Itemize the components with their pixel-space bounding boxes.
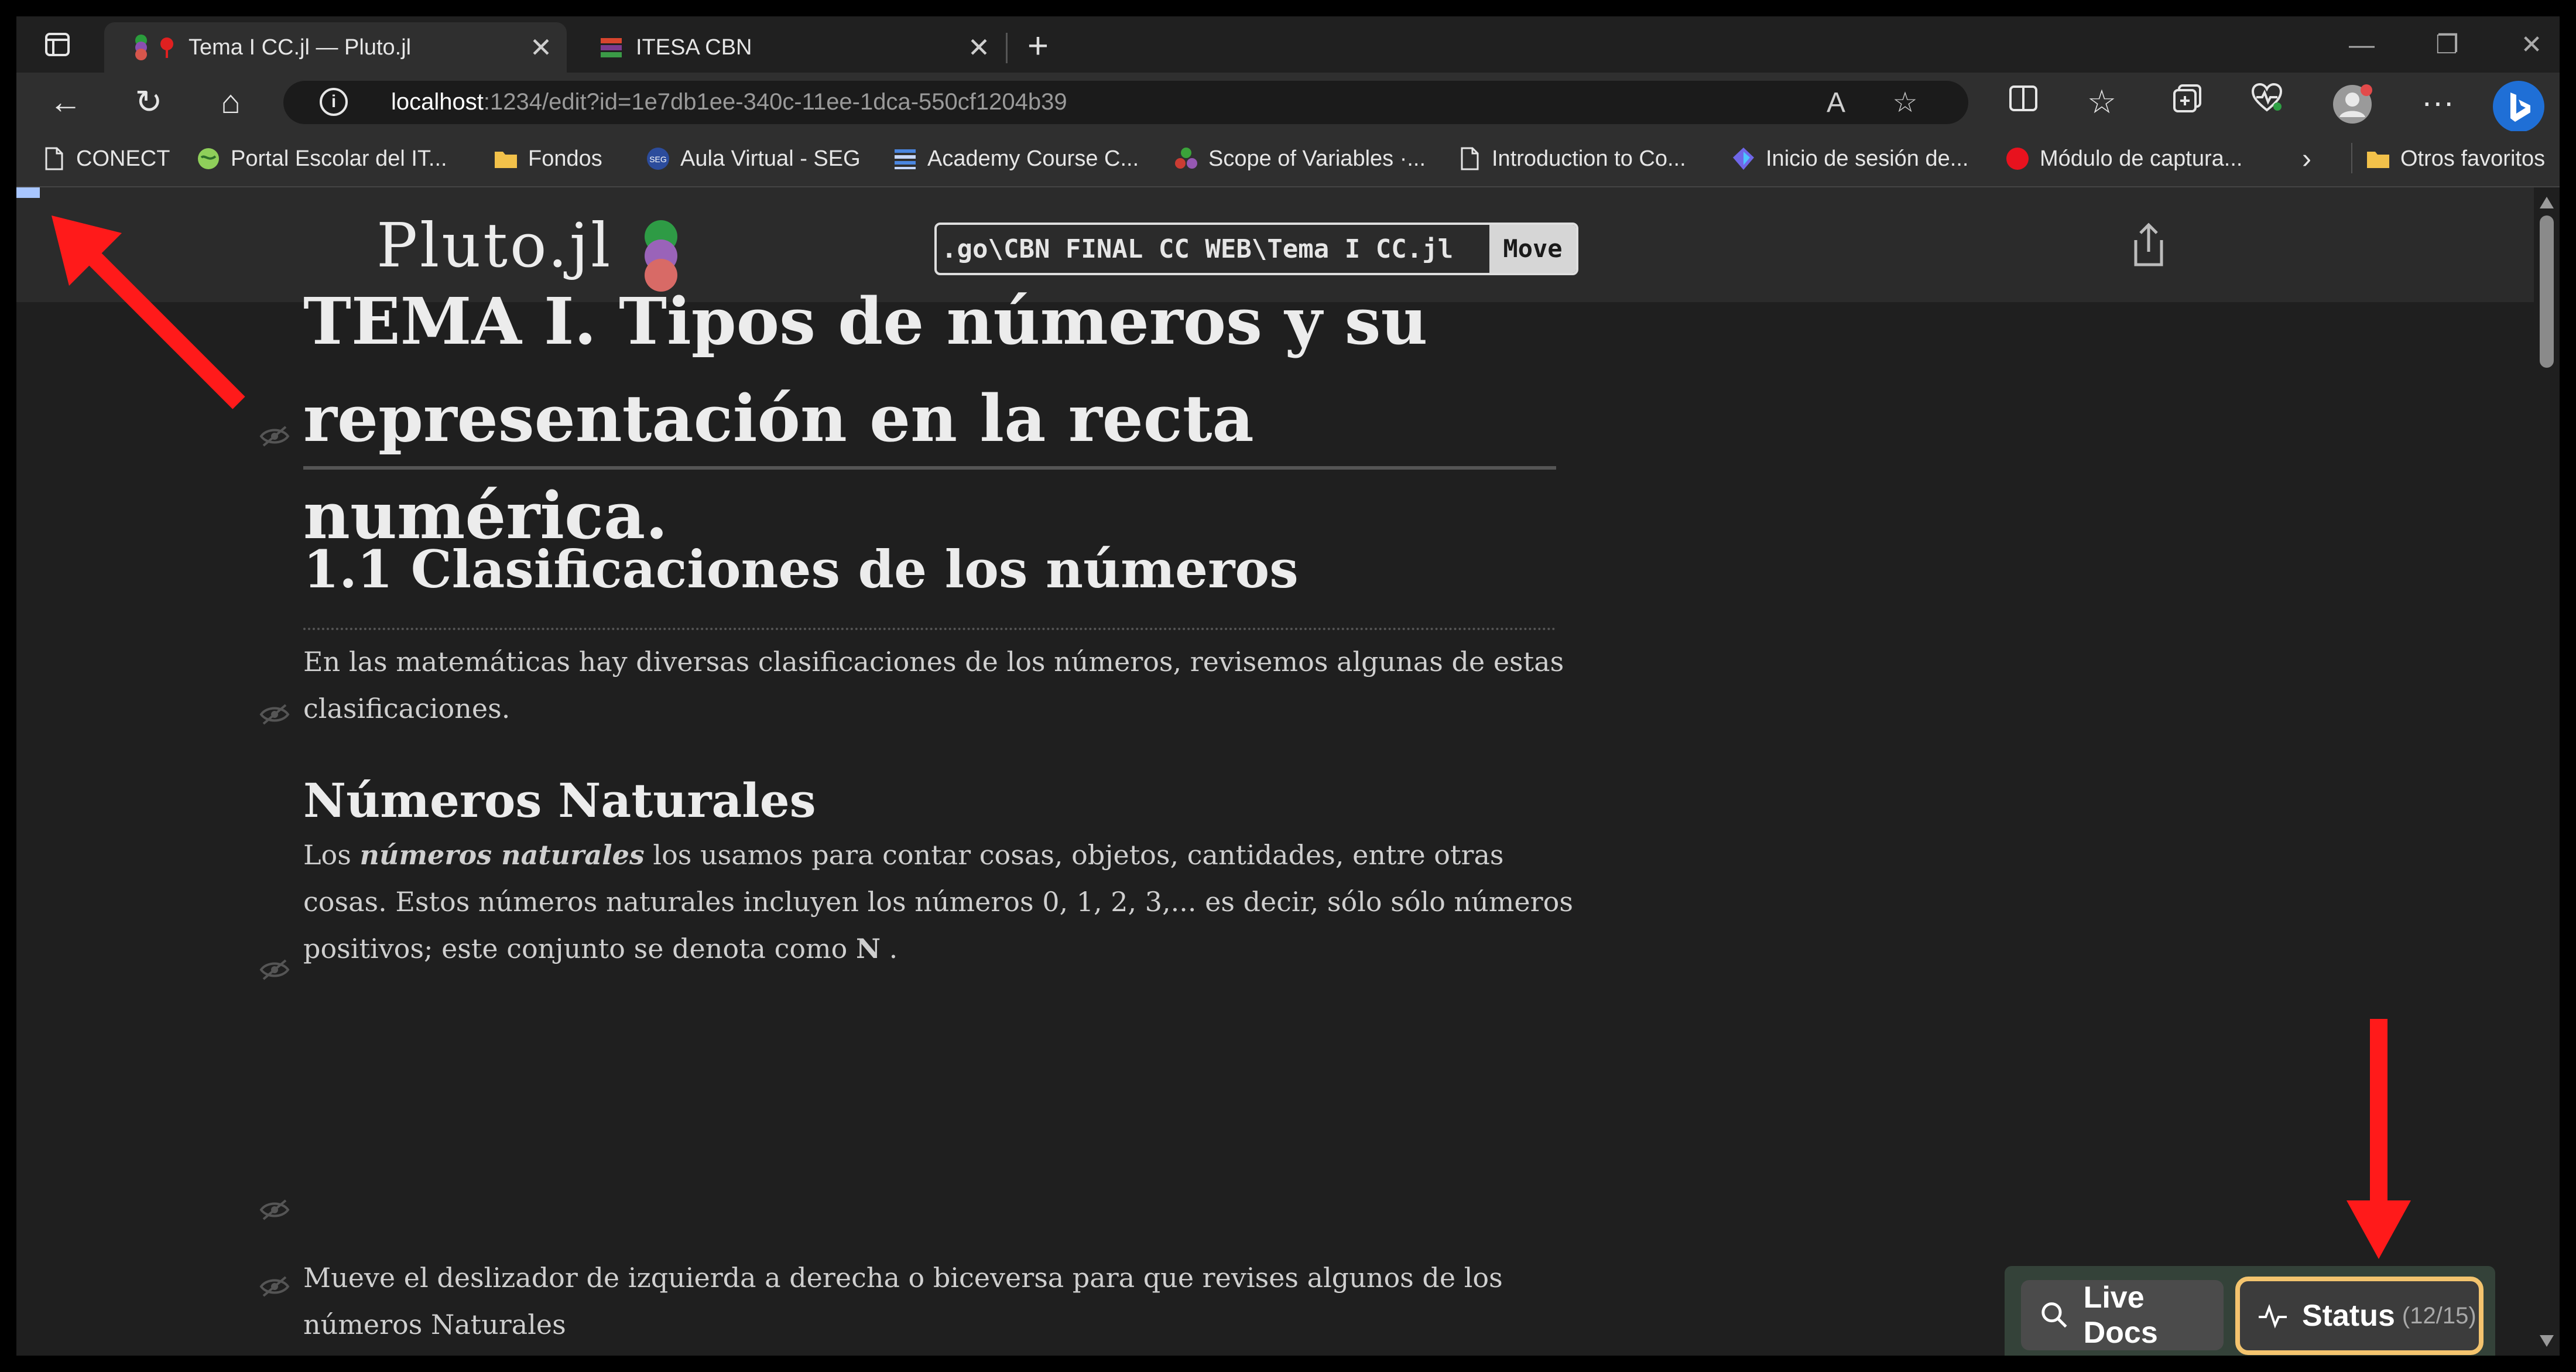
navigation-bar: ← ↻ ⌂ i localhost:1234/edit?id=1e7db1ee-… bbox=[16, 73, 2560, 134]
itesa-favicon bbox=[600, 36, 623, 59]
bottom-panel: Live Docs Status (12/15) bbox=[2005, 1266, 2495, 1356]
address-bar[interactable]: i localhost:1234/edit?id=1e7db1ee-340c-1… bbox=[283, 81, 1968, 124]
notebook-title: TEMA I. Tipos de números y su representa… bbox=[303, 283, 1428, 553]
hide-code-eye-icon[interactable] bbox=[259, 1275, 290, 1298]
annotation-arrow-down-icon bbox=[2347, 1019, 2411, 1259]
hide-code-eye-icon[interactable] bbox=[259, 425, 290, 448]
tab-title: ITESA CBN bbox=[636, 35, 752, 60]
restore-button[interactable]: ❐ bbox=[2412, 25, 2482, 66]
bookmarks-overflow-chevron-icon[interactable]: › bbox=[2302, 143, 2311, 175]
red-circle-icon bbox=[2006, 148, 2029, 170]
favorites-icon[interactable]: ☆ bbox=[2083, 83, 2121, 121]
home-button[interactable]: ⌂ bbox=[212, 83, 249, 121]
minimize-button[interactable]: — bbox=[2327, 25, 2397, 66]
naturales-paragraph: Los números naturales los usamos para co… bbox=[303, 839, 1573, 964]
bookmark-divider bbox=[2351, 143, 2352, 173]
bookmark-item[interactable]: SEG Aula Virtual - SEG bbox=[645, 143, 861, 175]
copilot-icon[interactable] bbox=[2492, 80, 2546, 134]
bookmark-item[interactable]: Inicio de sesión de... bbox=[1731, 143, 1968, 175]
site-info-icon[interactable]: i bbox=[320, 88, 348, 116]
page-scrollbar[interactable] bbox=[2534, 187, 2560, 1356]
tab-actions-icon[interactable] bbox=[40, 27, 75, 62]
bookmark-item[interactable]: Módulo de captura... bbox=[2005, 143, 2242, 175]
section-heading: 1.1 Clasificaciones de los números bbox=[303, 539, 1299, 600]
folder-icon bbox=[495, 152, 517, 168]
scroll-up-arrow-icon[interactable] bbox=[2534, 192, 2560, 215]
section-intro: En las matemáticas hay diversas clasific… bbox=[303, 646, 1564, 724]
login-icon bbox=[1733, 148, 1754, 170]
more-options-icon[interactable]: ··· bbox=[2419, 83, 2457, 121]
academy-icon bbox=[895, 149, 916, 169]
live-docs-button[interactable]: Live Docs bbox=[2021, 1280, 2224, 1350]
close-tab-icon[interactable]: ✕ bbox=[523, 32, 559, 63]
scrollbar-thumb[interactable] bbox=[2540, 215, 2554, 368]
close-tab-icon[interactable]: ✕ bbox=[961, 32, 996, 63]
tab-divider bbox=[1006, 33, 1008, 63]
activity-pulse-icon bbox=[2259, 1304, 2287, 1329]
annotation-arrow-top-left-icon bbox=[52, 215, 245, 409]
aula-virtual-icon: SEG bbox=[647, 148, 669, 170]
share-export-icon[interactable] bbox=[2130, 221, 2167, 268]
bookmark-item[interactable]: Portal Escolar del IT... bbox=[196, 143, 447, 175]
scroll-down-arrow-icon[interactable] bbox=[2534, 1328, 2560, 1352]
globe-icon bbox=[198, 148, 219, 169]
bookmark-item[interactable]: Fondos bbox=[493, 143, 602, 175]
read-aloud-icon[interactable]: A bbox=[1818, 85, 1854, 121]
reload-button[interactable]: ↻ bbox=[130, 83, 167, 121]
favorite-star-icon[interactable]: ☆ bbox=[1888, 85, 1923, 121]
hide-code-eye-icon[interactable] bbox=[259, 703, 290, 726]
folder-icon bbox=[2367, 152, 2389, 168]
other-favorites[interactable]: Otros favoritos bbox=[2365, 143, 2545, 175]
page-icon bbox=[45, 147, 63, 170]
browser-window: Tema I CC.jl — Pluto.jl ✕ ITESA CBN ✕ + … bbox=[16, 16, 2560, 1356]
tab-title: Tema I CC.jl — Pluto.jl bbox=[189, 35, 412, 60]
pluto-page: Pluto.jl .go\CBN FINAL CC WEB\Tema I CC.… bbox=[16, 187, 2534, 1356]
notebook-path-input[interactable]: .go\CBN FINAL CC WEB\Tema I CC.jl Move bbox=[934, 223, 1578, 275]
bookmark-item[interactable]: Scope of Variables ·... bbox=[1173, 143, 1426, 175]
svg-text:SEG: SEG bbox=[649, 155, 667, 164]
julia-dots-icon bbox=[1175, 148, 1197, 169]
move-button[interactable]: Move bbox=[1489, 225, 1576, 273]
bookmark-item[interactable]: Introduction to Co... bbox=[1457, 143, 1686, 175]
new-tab-button[interactable]: + bbox=[1018, 27, 1059, 68]
profile-avatar[interactable] bbox=[2331, 83, 2372, 124]
section-heading-underline bbox=[303, 628, 1556, 630]
tab-bar: Tema I CC.jl — Pluto.jl ✕ ITESA CBN ✕ + … bbox=[16, 16, 2560, 73]
bookmark-item[interactable]: CONECT bbox=[41, 143, 170, 175]
close-window-button[interactable]: ✕ bbox=[2496, 25, 2560, 66]
tab-pluto[interactable]: Tema I CC.jl — Pluto.jl ✕ bbox=[104, 22, 567, 73]
pluto-logo[interactable]: Pluto.jl bbox=[376, 210, 612, 281]
bookmarks-bar: CONECT Portal Escolar del IT... Fondos S… bbox=[16, 131, 2560, 187]
browser-essentials-icon[interactable] bbox=[2248, 83, 2286, 121]
split-screen-icon[interactable] bbox=[2005, 83, 2042, 121]
loading-indicator bbox=[16, 187, 40, 198]
bookmark-item[interactable]: Academy Course C... bbox=[892, 143, 1139, 175]
back-button[interactable]: ← bbox=[47, 83, 84, 121]
status-button[interactable]: Status (12/15) bbox=[2235, 1277, 2483, 1355]
naturales-heading: Números Naturales bbox=[303, 773, 816, 828]
tab-itesa[interactable]: ITESA CBN ✕ bbox=[571, 22, 1005, 73]
title-underline bbox=[303, 466, 1556, 470]
hide-code-eye-icon[interactable] bbox=[259, 1198, 290, 1222]
hide-code-eye-icon[interactable] bbox=[259, 958, 290, 981]
collections-icon[interactable] bbox=[2169, 83, 2206, 121]
slider-instructions: Mueve el deslizador de izquierda a derec… bbox=[303, 1262, 1503, 1340]
address-url[interactable]: localhost:1234/edit?id=1e7db1ee-340c-11e… bbox=[391, 89, 1067, 115]
pluto-favicon bbox=[132, 33, 176, 61]
search-icon bbox=[2041, 1302, 2067, 1328]
page-icon bbox=[1461, 147, 1479, 170]
